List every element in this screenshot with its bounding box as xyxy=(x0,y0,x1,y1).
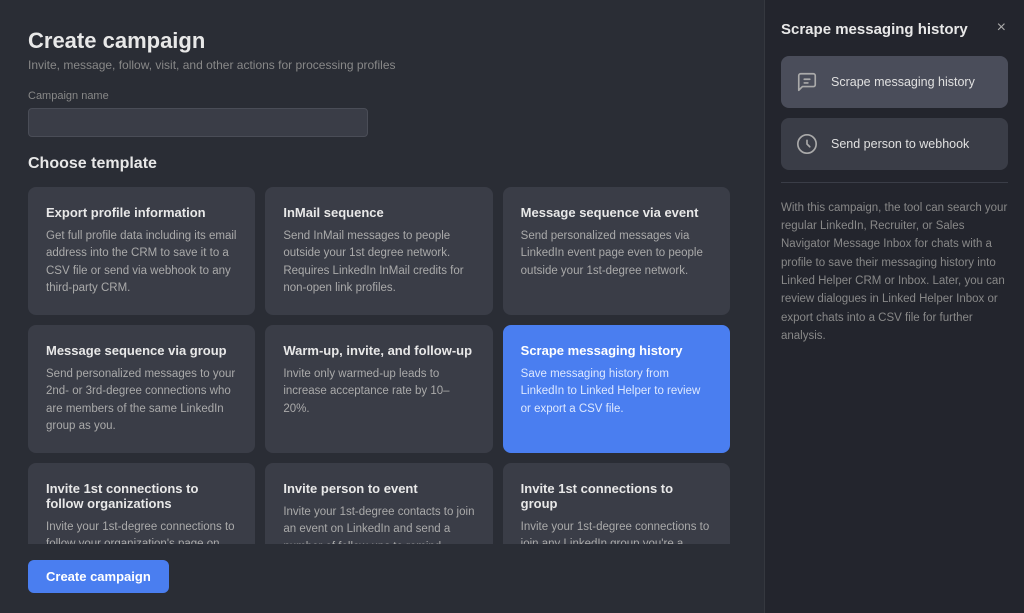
side-panel-option-label: Scrape messaging history xyxy=(831,75,975,89)
template-card-title: Message sequence via event xyxy=(521,205,712,220)
template-card-scrape-messaging[interactable]: Scrape messaging history Save messaging h… xyxy=(503,325,730,453)
page-title: Create campaign xyxy=(28,28,736,54)
template-card-title: Invite 1st connections to follow organiz… xyxy=(46,481,237,511)
message-history-icon xyxy=(793,68,821,96)
create-campaign-button[interactable]: Create campaign xyxy=(28,560,169,593)
template-card-desc: Send personalized messages to your 2nd- … xyxy=(46,366,237,435)
template-card-title: Scrape messaging history xyxy=(521,343,712,358)
page-title-area: Create campaign Invite, message, follow,… xyxy=(28,28,736,72)
side-panel: Scrape messaging history × Scrape messag… xyxy=(764,0,1024,613)
template-card-title: InMail sequence xyxy=(283,205,474,220)
template-card-message-sequence-group[interactable]: Message sequence via group Send personali… xyxy=(28,325,255,453)
template-card-warmup-invite[interactable]: Warm-up, invite, and follow-up Invite onl… xyxy=(265,325,492,453)
campaign-name-section: Campaign name xyxy=(28,90,736,137)
side-divider xyxy=(781,182,1008,183)
templates-scroll-inner[interactable]: Export profile information Get full profi… xyxy=(28,187,736,544)
template-card-desc: Send personalized messages via LinkedIn … xyxy=(521,228,712,280)
side-panel-option-label: Send person to webhook xyxy=(831,137,969,151)
campaign-name-input[interactable] xyxy=(28,108,368,137)
template-card-message-sequence-event[interactable]: Message sequence via event Send personali… xyxy=(503,187,730,315)
template-card-desc: Invite your 1st-degree contacts to join … xyxy=(283,504,474,544)
close-button[interactable]: × xyxy=(995,20,1008,36)
templates-grid: Export profile information Get full profi… xyxy=(28,187,730,544)
template-card-invite-follow-orgs[interactable]: Invite 1st connections to follow organiz… xyxy=(28,463,255,544)
template-card-title: Message sequence via group xyxy=(46,343,237,358)
template-card-desc: Invite your 1st-degree connections to fo… xyxy=(46,519,237,544)
campaign-name-label: Campaign name xyxy=(28,90,736,102)
template-card-desc: Send InMail messages to people outside y… xyxy=(283,228,474,297)
template-card-title: Invite person to event xyxy=(283,481,474,496)
main-panel: Create campaign Invite, message, follow,… xyxy=(0,0,764,613)
templates-scroll-area: Export profile information Get full profi… xyxy=(28,187,736,544)
template-card-export-profile[interactable]: Export profile information Get full profi… xyxy=(28,187,255,315)
side-panel-title: Scrape messaging history xyxy=(781,20,968,40)
choose-template-heading: Choose template xyxy=(28,155,736,173)
side-options-container: Scrape messaging history Send person to … xyxy=(781,56,1008,180)
side-panel-description: With this campaign, the tool can search … xyxy=(781,199,1008,346)
template-card-inmail-sequence[interactable]: InMail sequence Send InMail messages to p… xyxy=(265,187,492,315)
template-card-desc: Get full profile data including its emai… xyxy=(46,228,237,297)
template-card-title: Export profile information xyxy=(46,205,237,220)
page-subtitle: Invite, message, follow, visit, and othe… xyxy=(28,58,736,72)
side-panel-option-scrape-messaging-option[interactable]: Scrape messaging history xyxy=(781,56,1008,108)
template-card-invite-connections-group[interactable]: Invite 1st connections to group Invite yo… xyxy=(503,463,730,544)
template-card-title: Warm-up, invite, and follow-up xyxy=(283,343,474,358)
template-card-title: Invite 1st connections to group xyxy=(521,481,712,511)
bottom-bar: Create campaign xyxy=(28,544,736,593)
webhook-icon xyxy=(793,130,821,158)
template-card-desc: Save messaging history from LinkedIn to … xyxy=(521,366,712,418)
side-panel-option-send-webhook-option[interactable]: Send person to webhook xyxy=(781,118,1008,170)
template-card-desc: Invite your 1st-degree connections to jo… xyxy=(521,519,712,544)
template-card-desc: Invite only warmed-up leads to increase … xyxy=(283,366,474,418)
side-panel-header: Scrape messaging history × xyxy=(781,20,1008,40)
template-card-invite-person-event[interactable]: Invite person to event Invite your 1st-de… xyxy=(265,463,492,544)
